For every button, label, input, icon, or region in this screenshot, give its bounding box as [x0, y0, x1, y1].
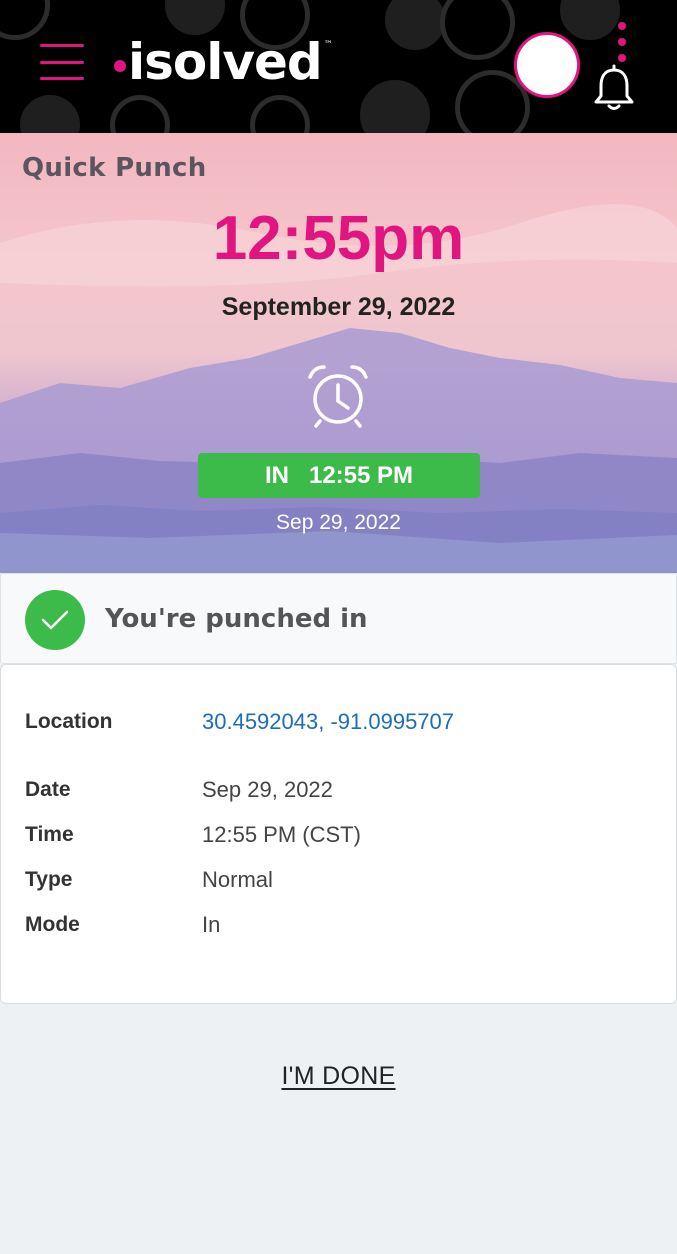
time-label: Time	[25, 823, 74, 846]
header-decoration	[0, 0, 50, 40]
detail-row-date: Date Sep 29, 2022	[25, 775, 656, 805]
mode-label: Mode	[25, 913, 80, 936]
punch-mode: IN	[264, 461, 289, 489]
detail-row-mode: Mode In	[25, 910, 656, 940]
date-value: Sep 29, 2022	[202, 777, 333, 802]
header-decoration	[165, 0, 225, 35]
header-decoration	[250, 95, 310, 133]
more-options-icon[interactable]	[616, 22, 628, 62]
time-value: 12:55 PM (CST)	[202, 822, 361, 847]
app-header: isolved ™	[0, 0, 677, 133]
detail-row-type: Type Normal	[25, 865, 656, 895]
im-done-link[interactable]: I'M DONE	[281, 1062, 395, 1090]
notification-bell-icon[interactable]	[592, 64, 636, 112]
location-link[interactable]: 30.4592043, -91.0995707	[202, 709, 454, 735]
punch-details-card: Location 30.4592043, -91.0995707 Date Se…	[0, 664, 677, 1004]
header-decoration	[110, 95, 170, 133]
header-decoration	[360, 80, 430, 133]
quick-punch-hero: Quick Punch 12:55pm September 29, 2022 I…	[0, 133, 677, 573]
header-decoration	[385, 0, 445, 50]
isolved-logo: isolved ™	[114, 33, 333, 91]
hamburger-menu-icon[interactable]	[40, 44, 84, 80]
punch-status-banner: You're punched in	[0, 573, 677, 664]
current-date: September 29, 2022	[221, 293, 456, 321]
type-label: Type	[25, 868, 73, 891]
punch-time: 12:55 PM	[308, 461, 414, 489]
header-decoration	[20, 95, 80, 133]
date-label: Date	[25, 778, 71, 801]
mountain-background	[0, 204, 677, 573]
done-action: I'M DONE	[0, 1062, 677, 1091]
mode-value: In	[202, 912, 221, 937]
detail-row-time: Time 12:55 PM (CST)	[25, 820, 656, 850]
punch-status-badge: IN 12:55 PM	[198, 453, 480, 498]
header-decoration	[440, 0, 515, 60]
page-title: Quick Punch	[22, 153, 207, 183]
location-label: Location	[25, 710, 113, 733]
header-decoration	[560, 0, 620, 40]
status-message: You're punched in	[105, 604, 368, 634]
alarm-clock-icon	[308, 365, 368, 428]
avatar[interactable]	[514, 32, 580, 98]
checkmark-icon	[25, 590, 85, 650]
detail-row-location: Location 30.4592043, -91.0995707	[25, 707, 656, 737]
current-time: 12:55pm	[212, 204, 465, 273]
punch-date: Sep 29, 2022	[276, 511, 401, 534]
type-value: Normal	[202, 867, 273, 892]
